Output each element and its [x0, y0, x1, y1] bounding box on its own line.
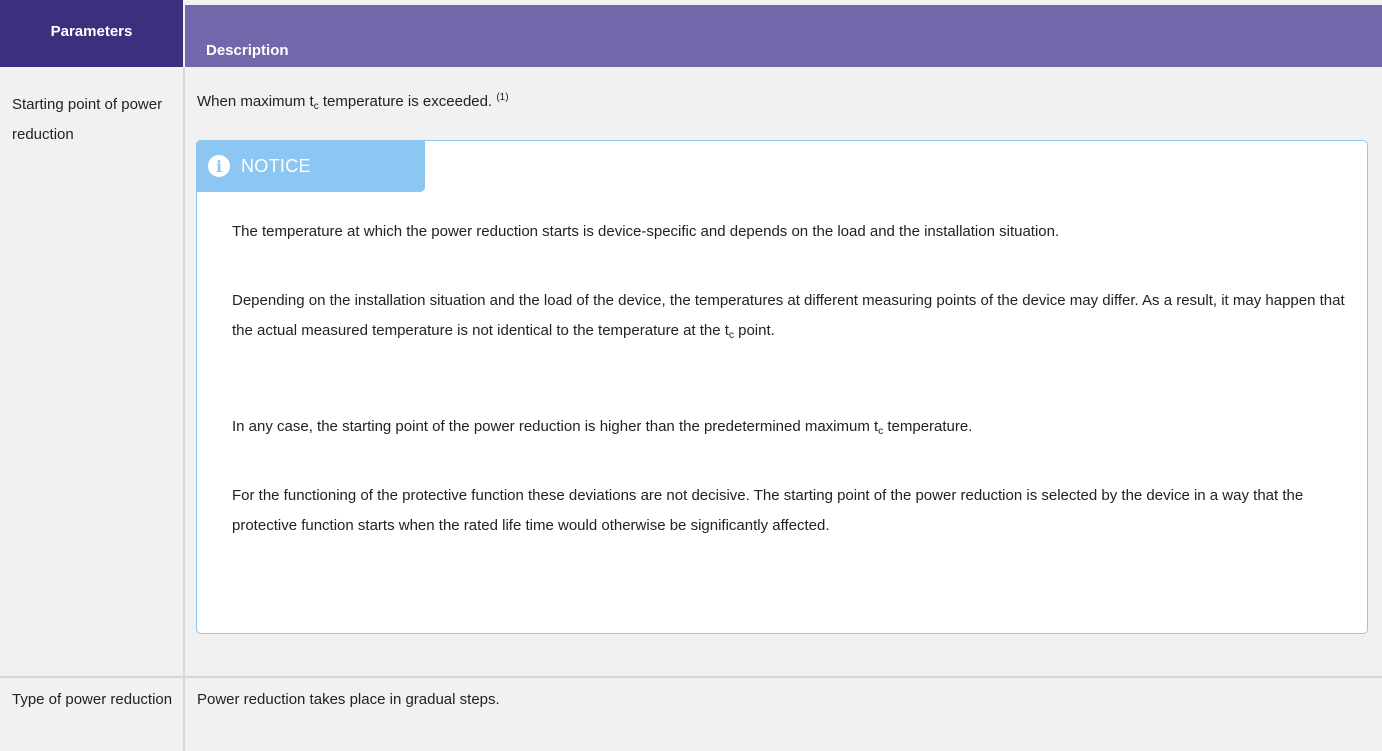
header-parameters: Parameters	[0, 0, 183, 67]
row-2-description: Power reduction takes place in gradual s…	[197, 691, 500, 708]
row-2-parameter: Type of power reduction	[12, 691, 173, 708]
notice-box: i NOTICE The temperature at which the po…	[196, 140, 1368, 634]
row-1-parameter: Starting point of power reduction	[12, 96, 163, 143]
parameter-table: Parameters Description Starting point of…	[0, 0, 1382, 751]
notice-header: i NOTICE	[196, 140, 425, 192]
info-icon: i	[208, 155, 230, 177]
notice-paragraph: Depending on the installation situation …	[232, 292, 1345, 341]
row-divider	[0, 676, 1382, 678]
notice-paragraph: The temperature at which the power reduc…	[232, 223, 1060, 240]
column-divider	[183, 67, 185, 751]
footnote-ref[interactable]: (1)	[496, 92, 508, 103]
header-description: Description	[185, 5, 1382, 67]
notice-paragraph: In any case, the starting point of the p…	[232, 418, 973, 437]
notice-paragraph: For the functioning of the protective fu…	[232, 487, 1304, 534]
notice-title: NOTICE	[241, 155, 311, 176]
row-1-description: When maximum tc temperature is exceeded.…	[197, 92, 509, 112]
